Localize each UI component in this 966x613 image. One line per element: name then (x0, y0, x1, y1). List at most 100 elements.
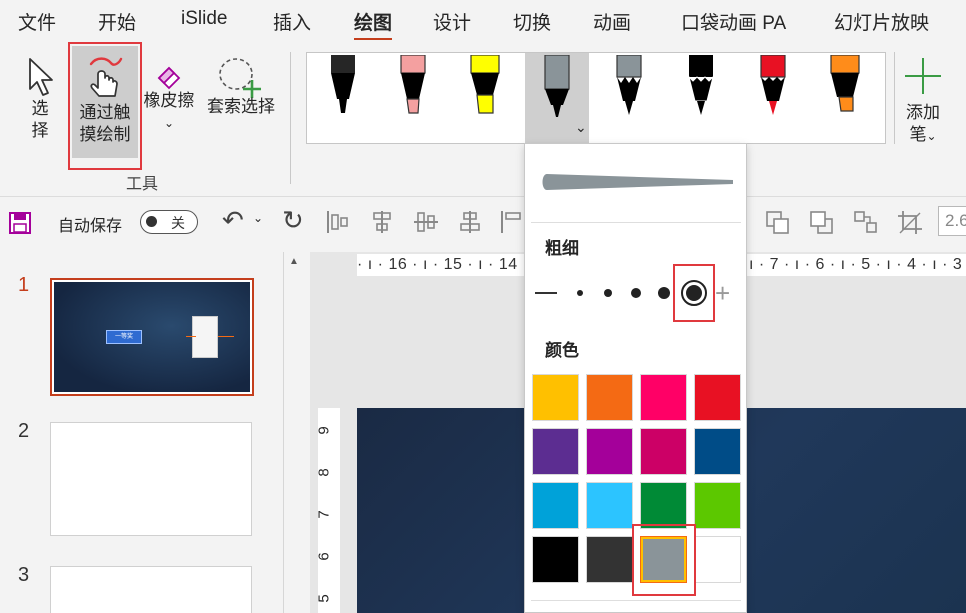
ruler-v-9: 9 (315, 426, 333, 435)
pen-black-pencil[interactable] (669, 53, 733, 143)
tab-home[interactable]: 开始 (98, 8, 136, 35)
color-swatch-cc0066[interactable] (640, 428, 687, 475)
pen-gray-selected[interactable]: ⌄ (525, 53, 589, 143)
ruler-right-ticks: ı · 7 · ı · 6 · ı · 5 · ı · 4 · ı · 3 · … (749, 256, 963, 273)
zoom-input[interactable]: 2.6 (938, 206, 966, 236)
lasso-select-button[interactable]: 套索选择 (203, 56, 279, 118)
color-swatch-000000[interactable] (532, 536, 579, 583)
toggle-state-label: 关 (171, 215, 185, 231)
black-pencil-icon (688, 55, 714, 115)
tab-pocket-animation[interactable]: 口袋动画 PA (681, 8, 786, 35)
ruler-h-16: 16 (388, 256, 408, 273)
cursor-arrow-icon (29, 58, 53, 96)
ruler-h-6: 6 (815, 256, 825, 273)
black-pen-icon (331, 55, 355, 113)
slide-number-3: 3 (18, 564, 30, 586)
ruler-h-5: 5 (861, 256, 871, 273)
bring-forward-icon[interactable] (764, 209, 792, 235)
touch-draw-highlight (68, 42, 142, 170)
slide-1-preview: 一等奖 (54, 282, 250, 392)
slide-1-connector-right (218, 336, 234, 337)
color-swatch-008a36[interactable] (640, 482, 687, 529)
group-icon[interactable] (852, 209, 880, 235)
thickness-option-2[interactable] (604, 289, 612, 297)
tab-file[interactable]: 文件 (18, 8, 56, 35)
thumbnail-scrollbar[interactable]: ▲ (283, 252, 305, 613)
undo-dropdown-chevron-icon[interactable]: ⌄ (253, 211, 263, 225)
dropdown-separator-1 (531, 222, 741, 223)
color-swatch-ffc000[interactable] (532, 374, 579, 421)
pink-highlighter-icon (400, 55, 426, 114)
tab-insert[interactable]: 插入 (273, 8, 311, 35)
slide-thumbnail-3[interactable] (50, 566, 252, 613)
lasso-select-label: 套索选择 (207, 97, 275, 116)
add-pen-chevron-icon: ⌄ (926, 129, 937, 143)
send-backward-icon[interactable] (808, 209, 836, 235)
scroll-up-arrow-icon[interactable]: ▲ (289, 256, 299, 267)
thickness-option-1[interactable] (577, 290, 583, 296)
align-left-icon[interactable] (324, 209, 352, 235)
plus-icon (905, 58, 941, 94)
yellow-highlighter-icon (470, 55, 500, 114)
tab-animations[interactable]: 动画 (593, 8, 631, 35)
add-pen-label-2: 笔⌄ (900, 124, 946, 147)
ruler-v-6: 6 (315, 552, 333, 561)
select-label-2: 择 (31, 121, 49, 140)
tab-transitions[interactable]: 切换 (513, 8, 551, 35)
slide-thumbnail-1[interactable]: 一等奖 (50, 278, 254, 396)
thickness-selection-highlight (673, 264, 715, 322)
color-swatch-e81123[interactable] (694, 374, 741, 421)
slide-thumbnail-2[interactable] (50, 422, 252, 536)
undo-icon[interactable]: ↶ (222, 205, 244, 236)
color-swatch-333333[interactable] (586, 536, 633, 583)
thickness-option-4[interactable] (658, 287, 670, 299)
thickness-option-thin[interactable] (535, 292, 557, 294)
quick-access-toolbar: 自动保存 关 ↶ ⌄ ↻ 2.6 (0, 196, 966, 248)
autosave-toggle[interactable]: 关 (140, 210, 198, 234)
eraser-button[interactable]: 橡皮擦 ⌄ (140, 56, 198, 134)
ruler-h-14: 14 (498, 256, 518, 273)
tab-draw[interactable]: 绘图 (354, 8, 393, 41)
pen-black[interactable] (311, 53, 375, 143)
tab-islide[interactable]: iSlide (181, 8, 227, 30)
red-pencil-icon (760, 55, 786, 115)
pen-pink-highlighter[interactable] (381, 53, 445, 143)
pen-red-pencil[interactable] (741, 53, 805, 143)
thickness-option-3[interactable] (631, 288, 641, 298)
thickness-add-icon[interactable]: + (715, 280, 730, 306)
slide-1-menu-graphic (192, 316, 218, 358)
color-swatch-5c2d91[interactable] (532, 428, 579, 475)
color-swatch-ffffff[interactable] (694, 536, 741, 583)
ruler-left-ticks: · ı · 16 · ı · 15 · ı · 14 · ı · 13 (357, 256, 525, 273)
color-swatch-2cc4ff[interactable] (586, 482, 633, 529)
pen-options-chevron-icon[interactable]: ⌄ (575, 119, 587, 136)
align-center-icon[interactable] (368, 209, 396, 235)
ruler-h-3: 3 (952, 256, 963, 273)
thickness-label: 粗细 (545, 239, 579, 258)
gallery-separator (894, 52, 895, 144)
align-middle-icon[interactable] (412, 209, 440, 235)
color-swatch-a4009a[interactable] (586, 428, 633, 475)
save-icon[interactable] (8, 211, 32, 235)
crop-icon[interactable] (896, 209, 924, 235)
align-top-icon[interactable] (500, 209, 524, 235)
dropdown-separator-2 (531, 600, 741, 601)
lasso-select-icon (219, 58, 261, 98)
tab-slideshow[interactable]: 幻灯片放映 (834, 8, 929, 35)
pen-gray-pencil[interactable] (597, 53, 661, 143)
select-button[interactable]: 选 择 (18, 56, 62, 142)
color-swatch-ff0066[interactable] (640, 374, 687, 421)
pen-yellow-highlighter[interactable] (453, 53, 517, 143)
color-swatch-004c87[interactable] (694, 428, 741, 475)
color-swatch-f46a14[interactable] (586, 374, 633, 421)
color-swatch-00a2d9[interactable] (532, 482, 579, 529)
add-pen-button[interactable]: 添加 笔⌄ (900, 56, 946, 147)
color-swatch-5cc800[interactable] (694, 482, 741, 529)
pen-orange-highlighter[interactable] (813, 53, 877, 143)
redo-icon[interactable]: ↻ (282, 205, 304, 236)
tab-design[interactable]: 设计 (433, 8, 471, 35)
pen-gallery: ⌄ (306, 52, 886, 144)
eraser-dropdown-chevron-icon[interactable]: ⌄ (140, 112, 198, 134)
distribute-icon[interactable] (456, 209, 484, 235)
ruler-h-4: 4 (907, 256, 917, 273)
